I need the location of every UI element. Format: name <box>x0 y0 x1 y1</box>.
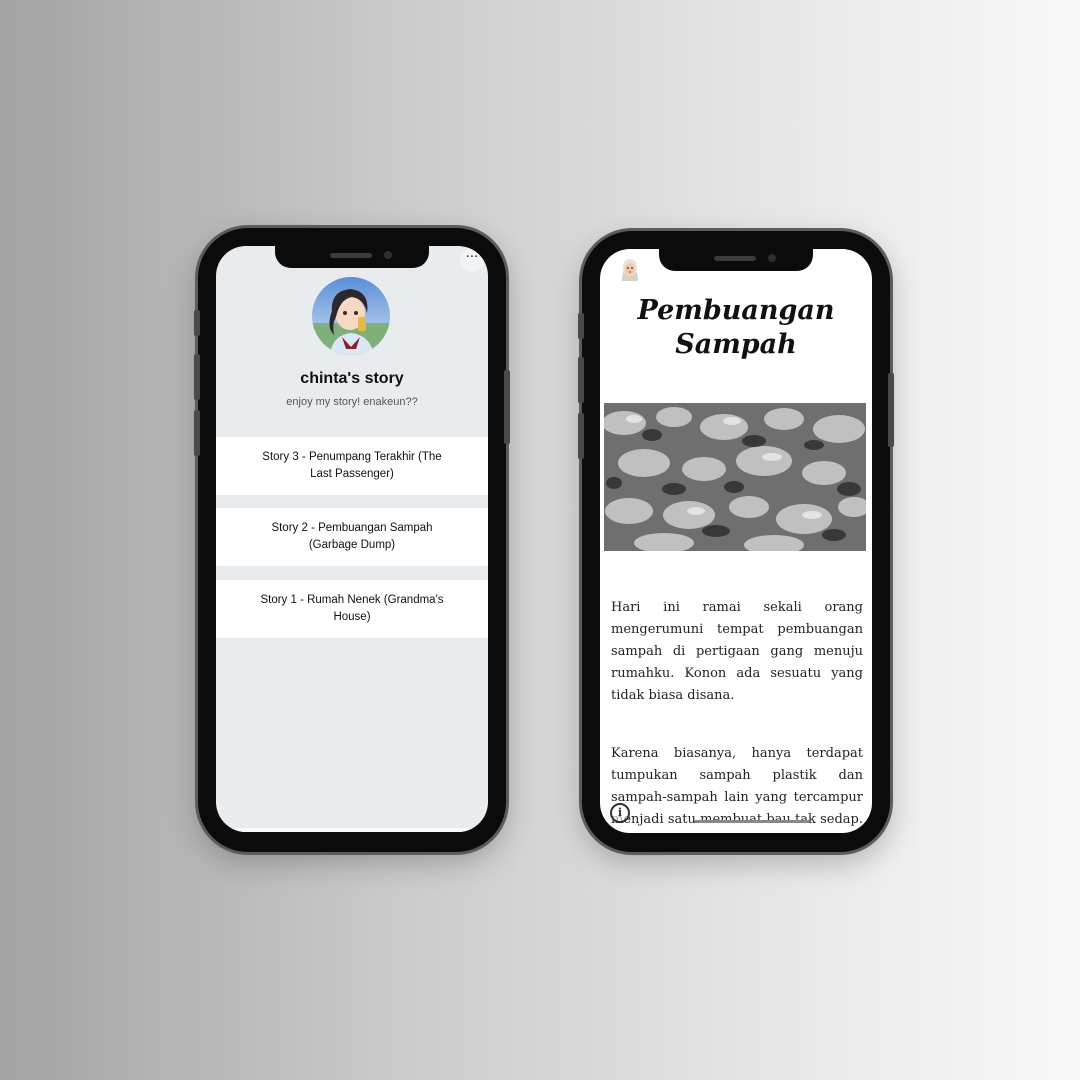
volume-up-button <box>578 357 584 403</box>
volume-up-button <box>194 354 200 400</box>
left-phone-mockup: ··· chinta's story enjoy my story! enake… <box>194 228 510 852</box>
avatar-illustration <box>312 277 390 355</box>
profile-avatar <box>312 277 390 355</box>
volume-down-button <box>194 410 200 456</box>
article-title-line-2: Sampah <box>675 329 797 360</box>
linktree-screen: ··· chinta's story enjoy my story! enake… <box>216 246 488 832</box>
garbage-dump-photo <box>604 403 866 551</box>
article-title-line-1: Pembuangan <box>637 295 835 326</box>
memoji-icon[interactable] <box>620 257 640 281</box>
more-icon[interactable]: ··· <box>460 248 484 272</box>
story-link-2[interactable]: Story 2 - Pembuangan Sampah (Garbage Dum… <box>216 508 488 566</box>
right-phone-mockup: Pembuangan Sampah Hari ini ramai sekali … <box>578 231 894 852</box>
silent-switch <box>194 310 200 336</box>
story-link-1[interactable]: Story 1 - Rumah Nenek (Grandma's House) <box>216 580 488 638</box>
bottom-bar <box>216 828 488 832</box>
power-button <box>888 373 894 447</box>
speaker <box>714 256 756 261</box>
silent-switch <box>578 313 584 339</box>
profile-name: chinta's story <box>300 370 404 387</box>
speaker <box>330 253 372 258</box>
front-camera <box>384 251 392 259</box>
article-body: Hari ini ramai sekali orang mengerumuni … <box>611 597 863 833</box>
info-icon[interactable]: i <box>610 803 630 823</box>
article-paragraph: Hari ini ramai sekali orang mengerumuni … <box>611 600 863 703</box>
story-article-screen: Pembuangan Sampah Hari ini ramai sekali … <box>600 249 872 833</box>
notch <box>275 246 429 268</box>
home-indicator <box>694 820 810 823</box>
profile-bio: enjoy my story! enakeun?? <box>286 396 418 408</box>
front-camera <box>768 254 776 262</box>
power-button <box>504 370 510 444</box>
notch <box>659 249 813 271</box>
story-link-3[interactable]: Story 3 - Penumpang Terakhir (The Last P… <box>216 437 488 495</box>
volume-down-button <box>578 413 584 459</box>
article-title: Pembuangan Sampah <box>600 294 872 362</box>
